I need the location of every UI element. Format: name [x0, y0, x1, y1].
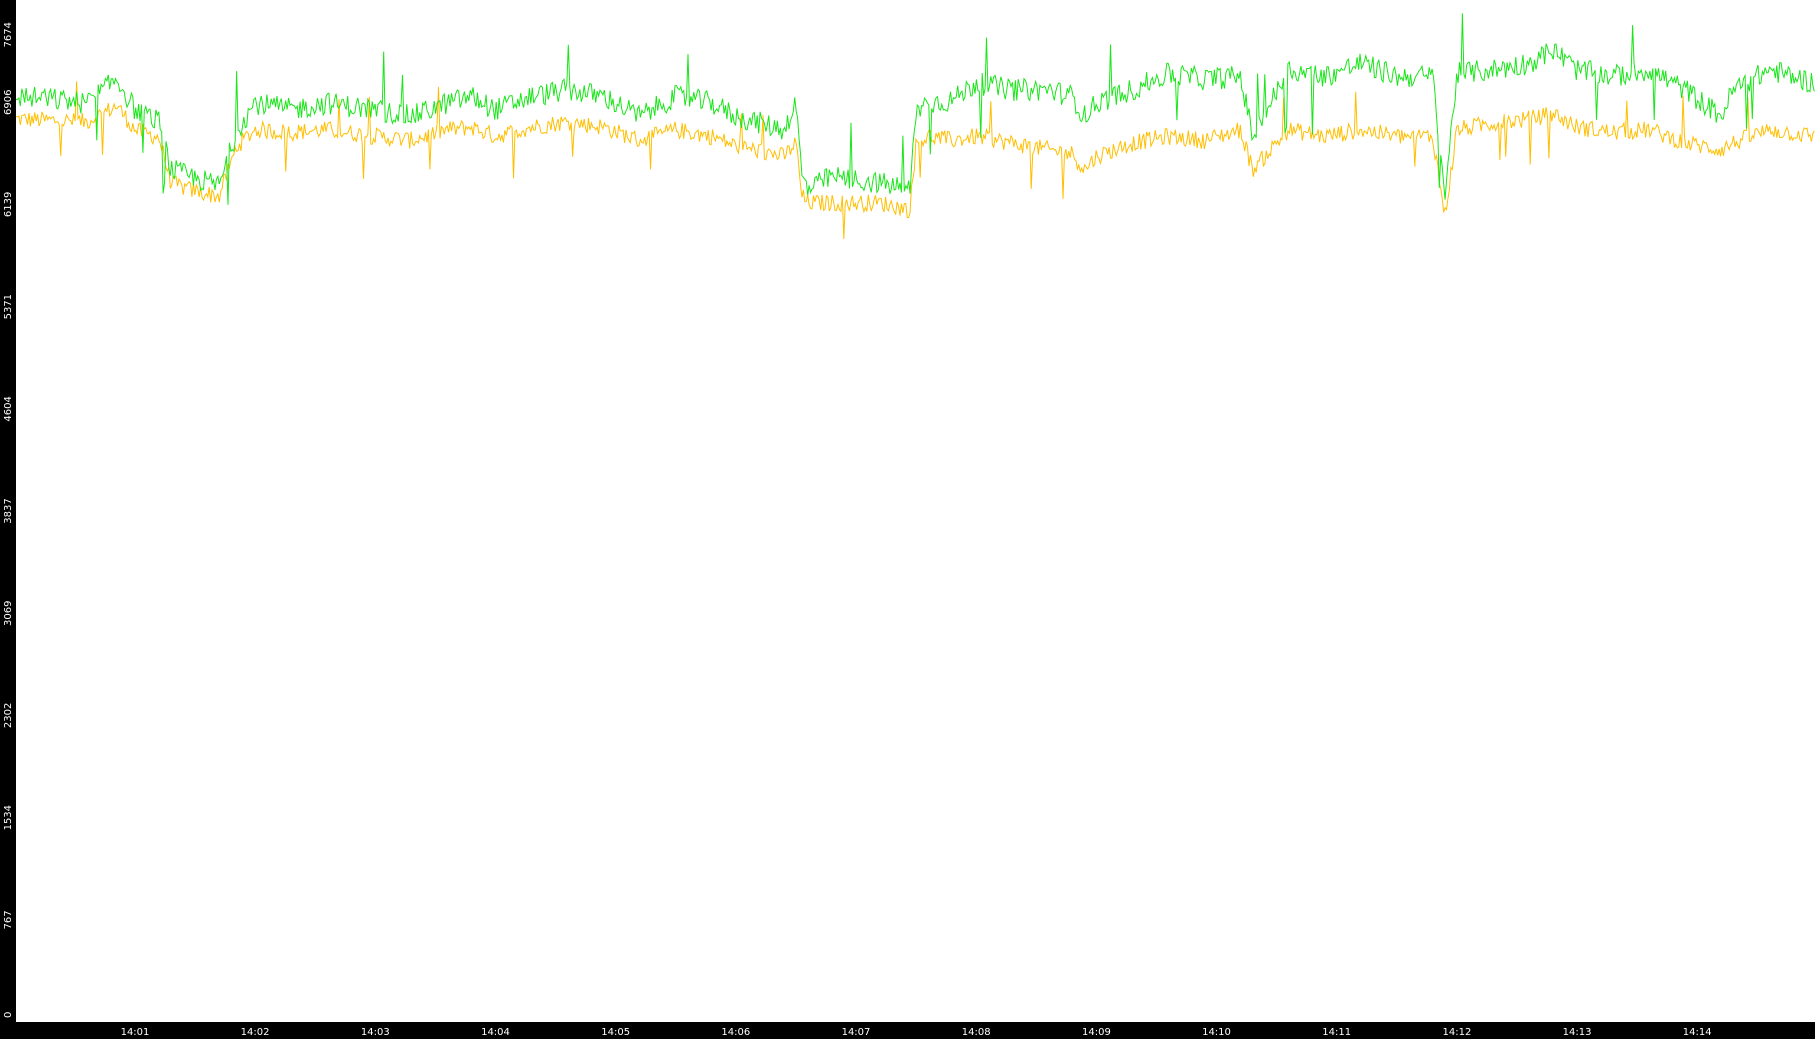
x-tick-label: 14:02 — [241, 1027, 270, 1038]
x-tick-label: 14:14 — [1683, 1027, 1712, 1038]
y-tick-label: 0 — [3, 1012, 14, 1018]
x-tick-label: 14:07 — [842, 1027, 871, 1038]
y-tick-label: 3837 — [3, 498, 14, 523]
y-tick-label: 6139 — [3, 192, 14, 217]
x-tick-label: 14:10 — [1202, 1027, 1231, 1038]
x-tick-label: 14:04 — [481, 1027, 510, 1038]
y-tick-label: 5371 — [3, 294, 14, 319]
y-tick-label: 6906 — [3, 90, 14, 115]
x-tick-label: 14:01 — [121, 1027, 150, 1038]
y-tick-label: 7674 — [3, 22, 14, 47]
x-tick-label: 14:03 — [361, 1027, 390, 1038]
x-tick-label: 14:11 — [1322, 1027, 1351, 1038]
y-tick-label: 767 — [3, 910, 14, 929]
x-tick-label: 14:12 — [1442, 1027, 1471, 1038]
y-tick-label: 3069 — [3, 601, 14, 626]
y-tick-label: 4604 — [3, 396, 14, 421]
x-tick-label: 14:08 — [962, 1027, 991, 1038]
y-tick-label: 2302 — [3, 703, 14, 728]
y-tick-label: 1534 — [3, 805, 14, 830]
x-tick-label: 14:09 — [1082, 1027, 1111, 1038]
x-tick-label: 14:13 — [1563, 1027, 1592, 1038]
x-tick-label: 14:05 — [601, 1027, 630, 1038]
x-tick-label: 14:06 — [721, 1027, 750, 1038]
time-series-chart: 0 767 1534 2302 3069 3837 4604 5371 6139 6906 7674… — [0, 0, 1815, 1039]
